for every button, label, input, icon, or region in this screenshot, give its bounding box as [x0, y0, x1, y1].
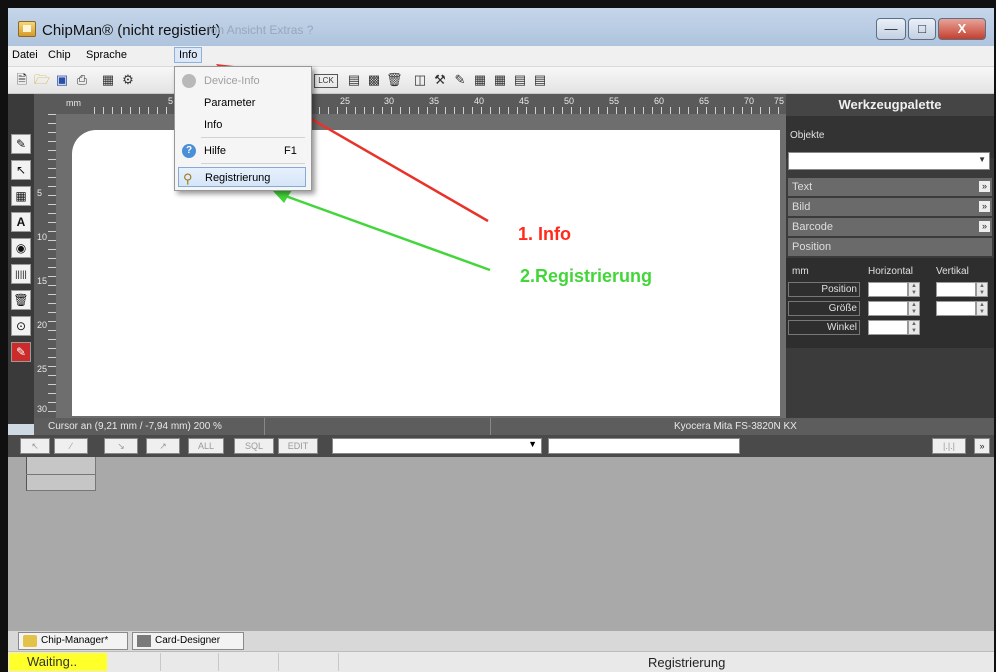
status-separator [160, 653, 161, 671]
expand-icon[interactable]: » [979, 181, 990, 192]
status-separator [218, 653, 219, 671]
annotation-step1: 1. Info [518, 224, 571, 244]
expand-icon[interactable]: » [979, 221, 990, 232]
last-button[interactable]: ↗ [146, 438, 180, 454]
size-y-spinner[interactable]: ▲ ▼ [976, 301, 988, 316]
chip-icon [23, 635, 37, 647]
column-button[interactable]: |.|.| [932, 438, 966, 454]
position-x-spinner[interactable]: ▲ ▼ [908, 282, 920, 297]
edit-button[interactable]: EDIT [278, 438, 318, 454]
menu-separator [201, 137, 305, 138]
data-grid[interactable] [8, 457, 994, 631]
section-position-label: Position [792, 241, 832, 253]
objects-combo[interactable]: ▼ [788, 152, 990, 170]
status-message: Registrierung [648, 655, 726, 670]
designer-status: Cursor an (9,21 mm / -7,94 mm) 200 % Kyo… [34, 418, 994, 435]
app-window: ChipMan® (nicht registiert) ion Ansicht … [8, 8, 994, 672]
menu-item-label: Info [204, 119, 223, 131]
printer-status: Kyocera Mita FS-3820N KX [674, 421, 797, 432]
tab-bar: Chip-Manager* Card-Designer [8, 631, 994, 651]
size-row-label: Größe [788, 301, 860, 316]
card-icon [137, 635, 151, 647]
status-bar: Waiting.. Registrierung [8, 651, 994, 672]
waiting-indicator: Waiting.. [9, 653, 107, 671]
expand-icon[interactable]: » [974, 438, 990, 454]
tool-palette: Werkzeugpalette Objekte ▼ Text » Bild » Ba… [786, 94, 994, 418]
help-icon: ? [182, 144, 196, 158]
tab-chip-manager[interactable]: Chip-Manager* [18, 632, 128, 650]
expand-icon[interactable]: » [979, 201, 990, 212]
status-separator [278, 653, 279, 671]
menu-item-label: Parameter [204, 97, 256, 109]
tab-card-designer-label: Card-Designer [155, 635, 221, 646]
section-text-label: Text [792, 181, 813, 193]
menu-item-registrierung[interactable]: ⚲ Registrierung [178, 167, 306, 187]
status-divider [490, 418, 491, 435]
objects-label: Objekte [790, 130, 825, 141]
menu-separator [201, 163, 305, 164]
chevron-down-icon: ▼ [978, 155, 986, 164]
menu-item-label: Registrierung [205, 172, 271, 184]
section-barcode-label: Barcode [792, 221, 833, 233]
position-row-label: Position [788, 282, 860, 297]
section-text[interactable]: Text » [788, 178, 992, 196]
position-x-input[interactable] [868, 282, 908, 297]
menu-item-shortcut: F1 [284, 145, 297, 157]
menu-item-device-info[interactable]: Device-Info [178, 71, 306, 91]
info-dropdown-menu: Device-Info Parameter Info ? Hilfe F1 ⚲ … [174, 66, 312, 191]
angle-input[interactable] [868, 320, 908, 335]
palette-title: Werkzeugpalette [786, 94, 994, 116]
section-position[interactable]: Position [788, 238, 992, 256]
position-y-spinner[interactable]: ▲ ▼ [976, 282, 988, 297]
prev-button[interactable]: ∕ [54, 438, 88, 454]
section-bild[interactable]: Bild » [788, 198, 992, 216]
first-button[interactable]: ↖ [20, 438, 50, 454]
size-y-input[interactable] [936, 301, 976, 316]
grid-line [26, 474, 96, 475]
chevron-down-icon: ▼ [528, 439, 537, 449]
menu-item-hilfe[interactable]: ? Hilfe F1 [178, 141, 306, 161]
tab-chip-manager-label: Chip-Manager* [41, 635, 109, 646]
status-separator [338, 653, 339, 671]
vertical-header: Vertikal [936, 266, 969, 277]
horizontal-header: Horizontal [868, 266, 914, 277]
chip-icon [182, 74, 196, 88]
position-y-input[interactable] [936, 282, 976, 297]
all-button[interactable]: ALL [188, 438, 224, 454]
size-x-spinner[interactable]: ▲ ▼ [908, 301, 920, 316]
tab-card-designer[interactable]: Card-Designer [132, 632, 244, 650]
status-divider [264, 418, 265, 435]
menu-item-label: Device-Info [204, 75, 260, 87]
record-select[interactable]: ▼ [332, 438, 542, 454]
section-barcode[interactable]: Barcode » [788, 218, 992, 236]
key-icon: ⚲ [183, 171, 193, 186]
sql-button[interactable]: SQL [234, 438, 274, 454]
size-x-input[interactable] [868, 301, 908, 316]
position-unit: mm [792, 266, 809, 277]
angle-spinner[interactable]: ▲ ▼ [908, 320, 920, 335]
annotation-step2: 2.Registrierung [520, 266, 653, 286]
cursor-status: Cursor an (9,21 mm / -7,94 mm) 200 % [48, 421, 222, 432]
menu-item-parameter[interactable]: Parameter [178, 93, 306, 113]
menu-item-label: Hilfe [204, 145, 227, 157]
menu-item-info[interactable]: Info [178, 115, 306, 135]
angle-row-label: Winkel [788, 320, 860, 335]
filter-input[interactable] [548, 438, 740, 454]
section-bild-label: Bild [792, 201, 811, 213]
next-button[interactable]: ↘ [104, 438, 138, 454]
data-toolbar: ↖ ∕ ↘ ↗ ALL SQL EDIT ▼ |.|.| » [8, 435, 994, 457]
